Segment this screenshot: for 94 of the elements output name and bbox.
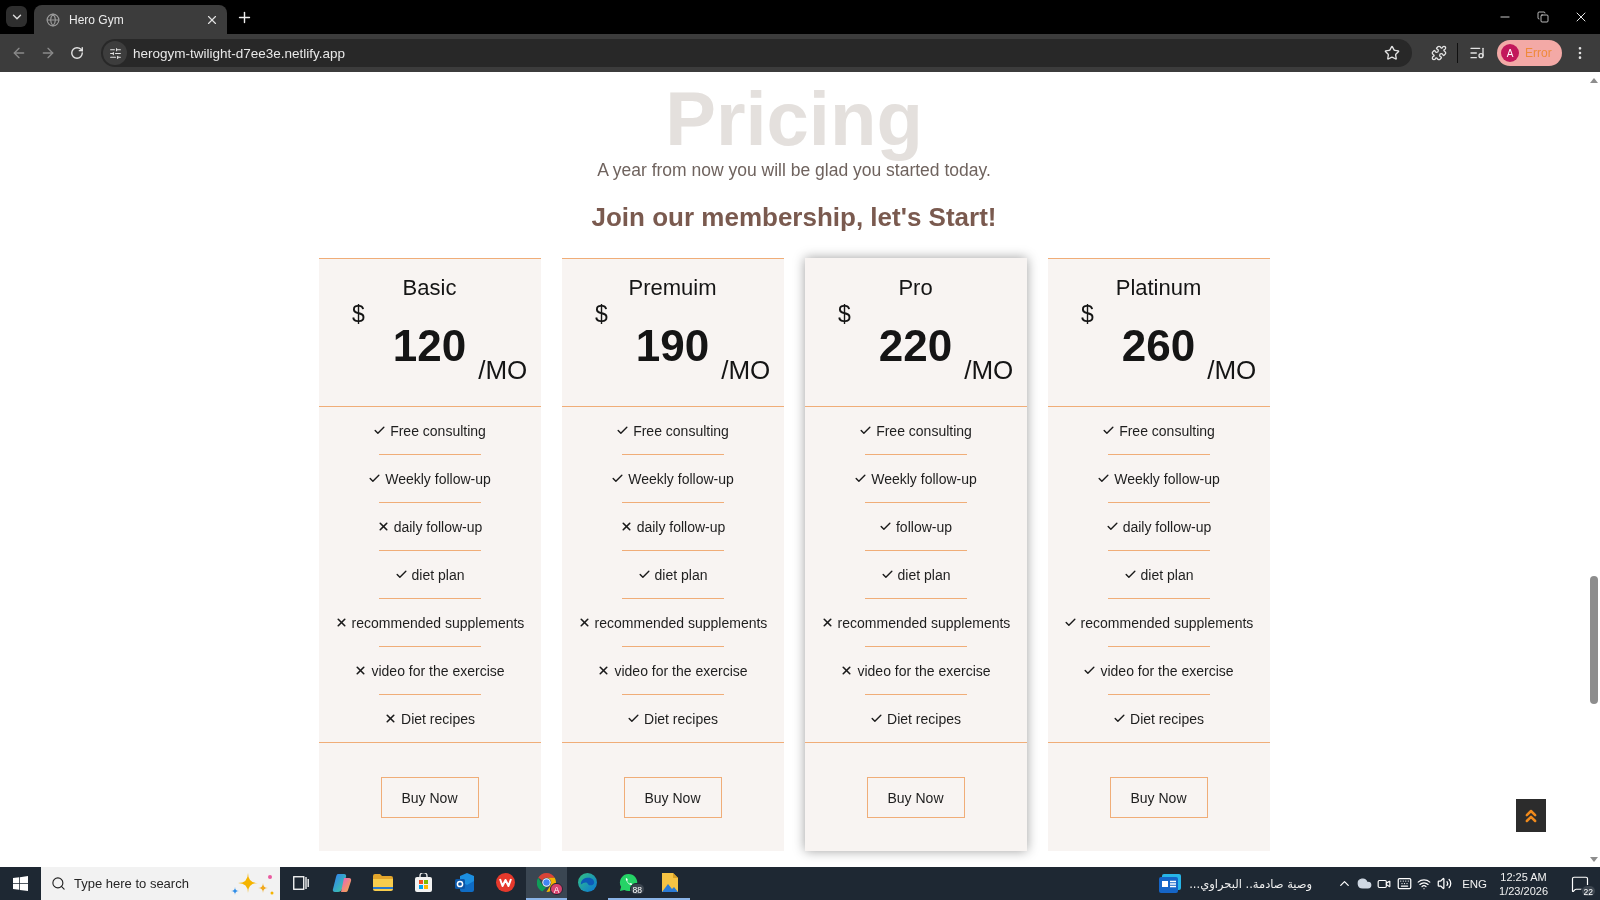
star-icon[interactable] bbox=[1384, 45, 1400, 61]
feature-label: Weekly follow-up bbox=[1114, 469, 1220, 489]
browser-tab[interactable]: Hero Gym bbox=[34, 5, 227, 34]
buy-now-button[interactable]: Buy Now bbox=[866, 777, 965, 818]
profile-avatar: A bbox=[1501, 44, 1519, 62]
slanted-bars-logo-icon bbox=[331, 872, 352, 893]
currency-symbol: $ bbox=[595, 301, 608, 327]
feature-label: Free consulting bbox=[876, 421, 972, 441]
feature-label: daily follow-up bbox=[1122, 517, 1212, 537]
puzzle-icon[interactable] bbox=[1430, 45, 1447, 61]
shopping-bag-icon bbox=[414, 873, 433, 892]
picture-file-icon bbox=[660, 873, 679, 892]
feature-label: Diet recipes bbox=[401, 709, 475, 729]
feature-label: diet plan bbox=[1140, 565, 1194, 585]
scroll-up-arrow-icon[interactable] bbox=[1590, 77, 1598, 83]
news-headline[interactable]: وصية صادمة.. البحراوي... bbox=[1189, 876, 1313, 891]
buy-now-button[interactable]: Buy Now bbox=[380, 777, 479, 818]
price-amount: 220 bbox=[878, 321, 953, 371]
profile-button[interactable]: A Error bbox=[1497, 40, 1562, 66]
wifi-icon[interactable] bbox=[1417, 876, 1432, 891]
feature-label: diet plan bbox=[654, 565, 708, 585]
search-bar[interactable]: Type here to search bbox=[41, 867, 280, 900]
site-info-button[interactable] bbox=[103, 41, 127, 65]
feature-label: follow-up bbox=[896, 517, 952, 537]
scroll-down-arrow-icon[interactable] bbox=[1590, 856, 1598, 862]
feature-label: daily follow-up bbox=[636, 517, 726, 537]
clock-time[interactable]: 12:25 AM bbox=[1500, 869, 1547, 884]
taskbar-app-button[interactable]: 88 bbox=[608, 867, 649, 900]
folder-icon bbox=[372, 874, 393, 891]
restore-icon[interactable] bbox=[1537, 11, 1549, 23]
buy-now-button[interactable]: Buy Now bbox=[1109, 777, 1208, 818]
feature-label: Weekly follow-up bbox=[871, 469, 977, 489]
plan-name: Basic bbox=[402, 275, 457, 301]
clock-date[interactable]: 1/23/2026 bbox=[1499, 883, 1548, 898]
feature-label: video for the exercise bbox=[371, 661, 505, 681]
notification-count: 22 bbox=[1580, 885, 1596, 897]
plan-name: Platinum bbox=[1115, 275, 1202, 301]
new-tab-icon[interactable] bbox=[236, 9, 253, 26]
price-period: /MO bbox=[1207, 356, 1257, 384]
feature-label: daily follow-up bbox=[393, 517, 483, 537]
reload-icon[interactable] bbox=[69, 46, 84, 60]
feature-label: Weekly follow-up bbox=[385, 469, 491, 489]
feature-label: diet plan bbox=[411, 565, 465, 585]
task-view-icon bbox=[292, 875, 309, 890]
taskbar-app-button[interactable]: A bbox=[526, 867, 567, 900]
sliders-icon bbox=[108, 46, 122, 60]
keyboard-icon[interactable] bbox=[1396, 876, 1412, 891]
feature-label: Diet recipes bbox=[887, 709, 961, 729]
feature-label: Diet recipes bbox=[1130, 709, 1204, 729]
feature-label: Free consulting bbox=[390, 421, 486, 441]
search-input[interactable]: Type here to search bbox=[74, 872, 222, 895]
news-icon[interactable] bbox=[1159, 874, 1182, 893]
price-period: /MO bbox=[964, 356, 1014, 384]
price-amount: 120 bbox=[392, 321, 467, 371]
speaker-icon[interactable] bbox=[1436, 876, 1452, 891]
globe-icon bbox=[46, 12, 60, 27]
price-period: /MO bbox=[478, 356, 528, 384]
url-text: herogym-twilight-d7ee3e.netlify.app bbox=[133, 45, 346, 61]
feature-label: Free consulting bbox=[1119, 421, 1215, 441]
wave-logo-icon bbox=[578, 873, 597, 892]
language-indicator[interactable]: ENG bbox=[1462, 877, 1488, 890]
feature-label: video for the exercise bbox=[1100, 661, 1234, 681]
cloud-icon[interactable] bbox=[1356, 876, 1372, 891]
address-bar[interactable]: herogym-twilight-d7ee3e.netlify.app bbox=[101, 39, 1412, 67]
feature-label: recommended supplements bbox=[351, 613, 525, 633]
buy-now-button[interactable]: Buy Now bbox=[623, 777, 722, 818]
currency-symbol: $ bbox=[1081, 301, 1094, 327]
playlist-icon[interactable] bbox=[1468, 45, 1485, 61]
price-amount: 190 bbox=[635, 321, 710, 371]
zigzag-logo-icon bbox=[496, 873, 515, 892]
currency-symbol: $ bbox=[352, 301, 365, 327]
app-badge: A bbox=[550, 883, 563, 895]
feature-label: video for the exercise bbox=[614, 661, 748, 681]
feature-label: video for the exercise bbox=[857, 661, 991, 681]
plan-name: Premuim bbox=[628, 275, 717, 301]
feature-label: recommended supplements bbox=[594, 613, 768, 633]
windows-logo-icon[interactable] bbox=[12, 876, 28, 891]
feature-label: recommended supplements bbox=[1080, 613, 1254, 633]
price-period: /MO bbox=[721, 356, 771, 384]
mail-icon bbox=[454, 873, 475, 892]
feature-label: Diet recipes bbox=[644, 709, 718, 729]
feature-label: Weekly follow-up bbox=[628, 469, 734, 489]
tab-list-button[interactable] bbox=[6, 6, 27, 27]
search-icon bbox=[51, 876, 66, 891]
currency-symbol: $ bbox=[838, 301, 851, 327]
feature-label: diet plan bbox=[897, 565, 951, 585]
scrollbar-thumb[interactable] bbox=[1590, 576, 1598, 704]
scroll-to-top-button[interactable] bbox=[1516, 799, 1546, 832]
plan-name: Pro bbox=[898, 275, 933, 301]
section-heading: Join our membership, let's Start! bbox=[591, 202, 997, 232]
feature-label: recommended supplements bbox=[837, 613, 1011, 633]
price-amount: 260 bbox=[1121, 321, 1196, 371]
feature-label: Free consulting bbox=[633, 421, 729, 441]
section-subtitle: A year from now you will be glad you started today. bbox=[597, 161, 991, 179]
